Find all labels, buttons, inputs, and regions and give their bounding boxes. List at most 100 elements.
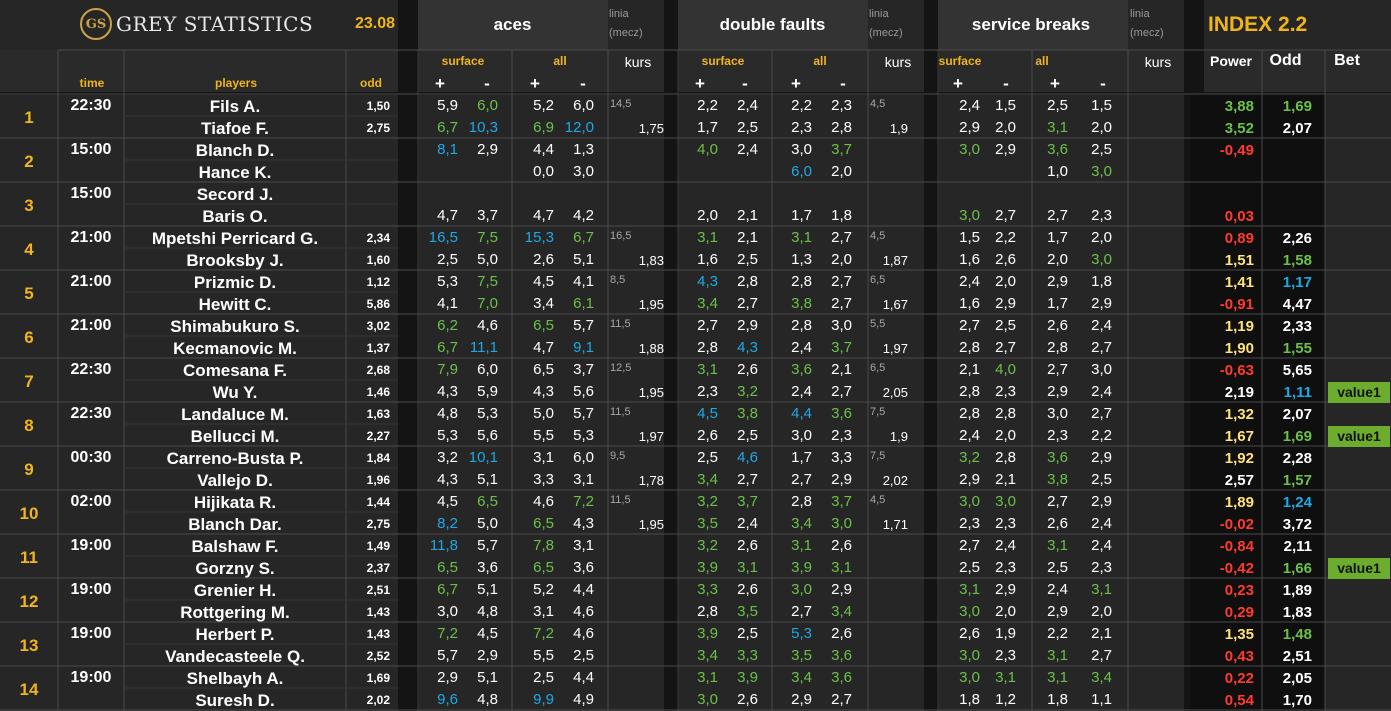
power-value: 1,90: [1224, 340, 1254, 357]
linia-value: 8,5: [610, 274, 626, 286]
power-value: 2,19: [1224, 384, 1254, 401]
stat-value: 3,3: [533, 471, 554, 488]
stat-value: 3,4: [697, 295, 718, 312]
stat-value: 1,8: [1091, 273, 1112, 290]
stat-value: 4,5: [533, 273, 554, 290]
stat-value: 3,0: [791, 581, 812, 598]
stat-value: 5,6: [477, 427, 498, 444]
power-value: 3,88: [1224, 98, 1254, 115]
value-bet-badge: value1: [1328, 382, 1390, 403]
plus-symbol: +: [953, 74, 963, 93]
power-header: Power: [1209, 53, 1252, 69]
stat-value: 2,8: [959, 339, 980, 356]
player-odd: 1,43: [366, 627, 390, 641]
stat-value: 2,5: [737, 427, 758, 444]
stat-value: 6,0: [791, 163, 812, 180]
match-time: 19:00: [70, 669, 112, 686]
stat-value: 2,7: [791, 603, 812, 620]
stat-value: 2,0: [995, 603, 1016, 620]
power-value: 0,29: [1224, 604, 1254, 621]
player-name: Tiafoe F.: [201, 119, 269, 138]
linia-label-sb: linia: [1130, 8, 1150, 20]
power-value: 0,89: [1224, 230, 1254, 247]
stat-value: 3,3: [831, 449, 852, 466]
kurs-value: 2,02: [882, 473, 908, 488]
stat-value: 7,0: [477, 295, 498, 312]
stat-value: 3,5: [791, 647, 812, 664]
stat-value: 2,4: [995, 537, 1016, 554]
stat-value: 4,5: [697, 405, 718, 422]
sheet-date: 23.08: [354, 15, 396, 32]
stat-value: 2,8: [697, 603, 718, 620]
stat-value: 4,6: [573, 603, 594, 620]
linia-value: 7,5: [870, 450, 886, 462]
stat-value: 2,0: [1091, 229, 1112, 246]
time-header: time: [79, 76, 105, 90]
stat-value: 2,7: [737, 471, 758, 488]
stat-value: 2,2: [1091, 427, 1112, 444]
stat-value: 6,5: [533, 559, 554, 576]
stat-value: 3,0: [1091, 251, 1112, 268]
stat-value: 2,2: [1047, 625, 1068, 642]
player-odd: 1,96: [366, 473, 390, 487]
stat-value: 2,8: [959, 383, 980, 400]
stat-value: 1,5: [995, 97, 1016, 114]
kurs-value: 1,97: [882, 341, 908, 356]
player-odd: 2,34: [366, 231, 390, 245]
stat-value: 1,6: [959, 251, 980, 268]
stat-value: 2,6: [1047, 317, 1068, 334]
stat-value: 3,1: [831, 559, 852, 576]
stat-value: 2,3: [1091, 207, 1112, 224]
value-bet-badge: value1: [1328, 426, 1390, 447]
match-number: 12: [19, 592, 39, 611]
stat-value: 5,1: [573, 251, 594, 268]
stat-value: 2,1: [737, 207, 758, 224]
linia-value: 9,5: [610, 450, 626, 462]
player-odd: 5,86: [366, 297, 390, 311]
stat-value: 2,9: [995, 295, 1016, 312]
match-number: 1: [24, 108, 34, 127]
power-value: -0,63: [1219, 362, 1254, 379]
stat-value: 2,6: [737, 537, 758, 554]
stat-value: 2,0: [1091, 603, 1112, 620]
stat-value: 6,0: [573, 97, 594, 114]
stat-value: 12,0: [564, 119, 594, 136]
player-odd: 1,44: [366, 495, 390, 509]
stat-value: 2,6: [831, 625, 852, 642]
stat-value: 5,2: [533, 581, 554, 598]
power-value: 0,54: [1224, 692, 1254, 709]
value-bet-badge: value1: [1328, 558, 1390, 579]
stat-value: 4,3: [437, 471, 458, 488]
index-odd-value: 1,17: [1282, 274, 1312, 291]
stat-value: 2,4: [1091, 383, 1112, 400]
stat-value: 3,7: [831, 493, 852, 510]
stat-value: 3,0: [959, 493, 980, 510]
stat-value: 3,4: [697, 471, 718, 488]
stat-value: 2,4: [791, 383, 812, 400]
power-value: -0,91: [1219, 296, 1254, 313]
stat-value: 1,8: [831, 207, 852, 224]
stat-value: 3,7: [573, 361, 594, 378]
stat-value: 2,5: [533, 669, 554, 686]
player-name: Wu Y.: [212, 383, 258, 402]
plus-symbol: +: [435, 74, 445, 93]
stat-value: 2,5: [737, 119, 758, 136]
index-odd-value: 2,11: [1283, 538, 1312, 555]
stat-value: 3,0: [791, 141, 812, 158]
stat-value: 1,3: [573, 141, 594, 158]
stat-value: 4,7: [533, 339, 554, 356]
stat-value: 2,7: [831, 691, 852, 708]
stat-value: 2,5: [1091, 471, 1112, 488]
stat-value: 2,5: [1047, 559, 1068, 576]
stat-value: 3,0: [959, 647, 980, 664]
sb-kurs-label: kurs: [1144, 54, 1172, 70]
stat-value: 4,3: [573, 515, 594, 532]
player-odd: 3,02: [366, 319, 390, 333]
stat-value: 1,1: [1091, 691, 1112, 708]
player-name: Rottgering M.: [180, 603, 290, 622]
stat-value: 5,3: [437, 427, 458, 444]
player-odd: 1,46: [366, 385, 390, 399]
stat-value: 2,3: [959, 515, 980, 532]
kurs-value: 1,88: [638, 341, 664, 356]
stat-value: 2,2: [995, 229, 1016, 246]
